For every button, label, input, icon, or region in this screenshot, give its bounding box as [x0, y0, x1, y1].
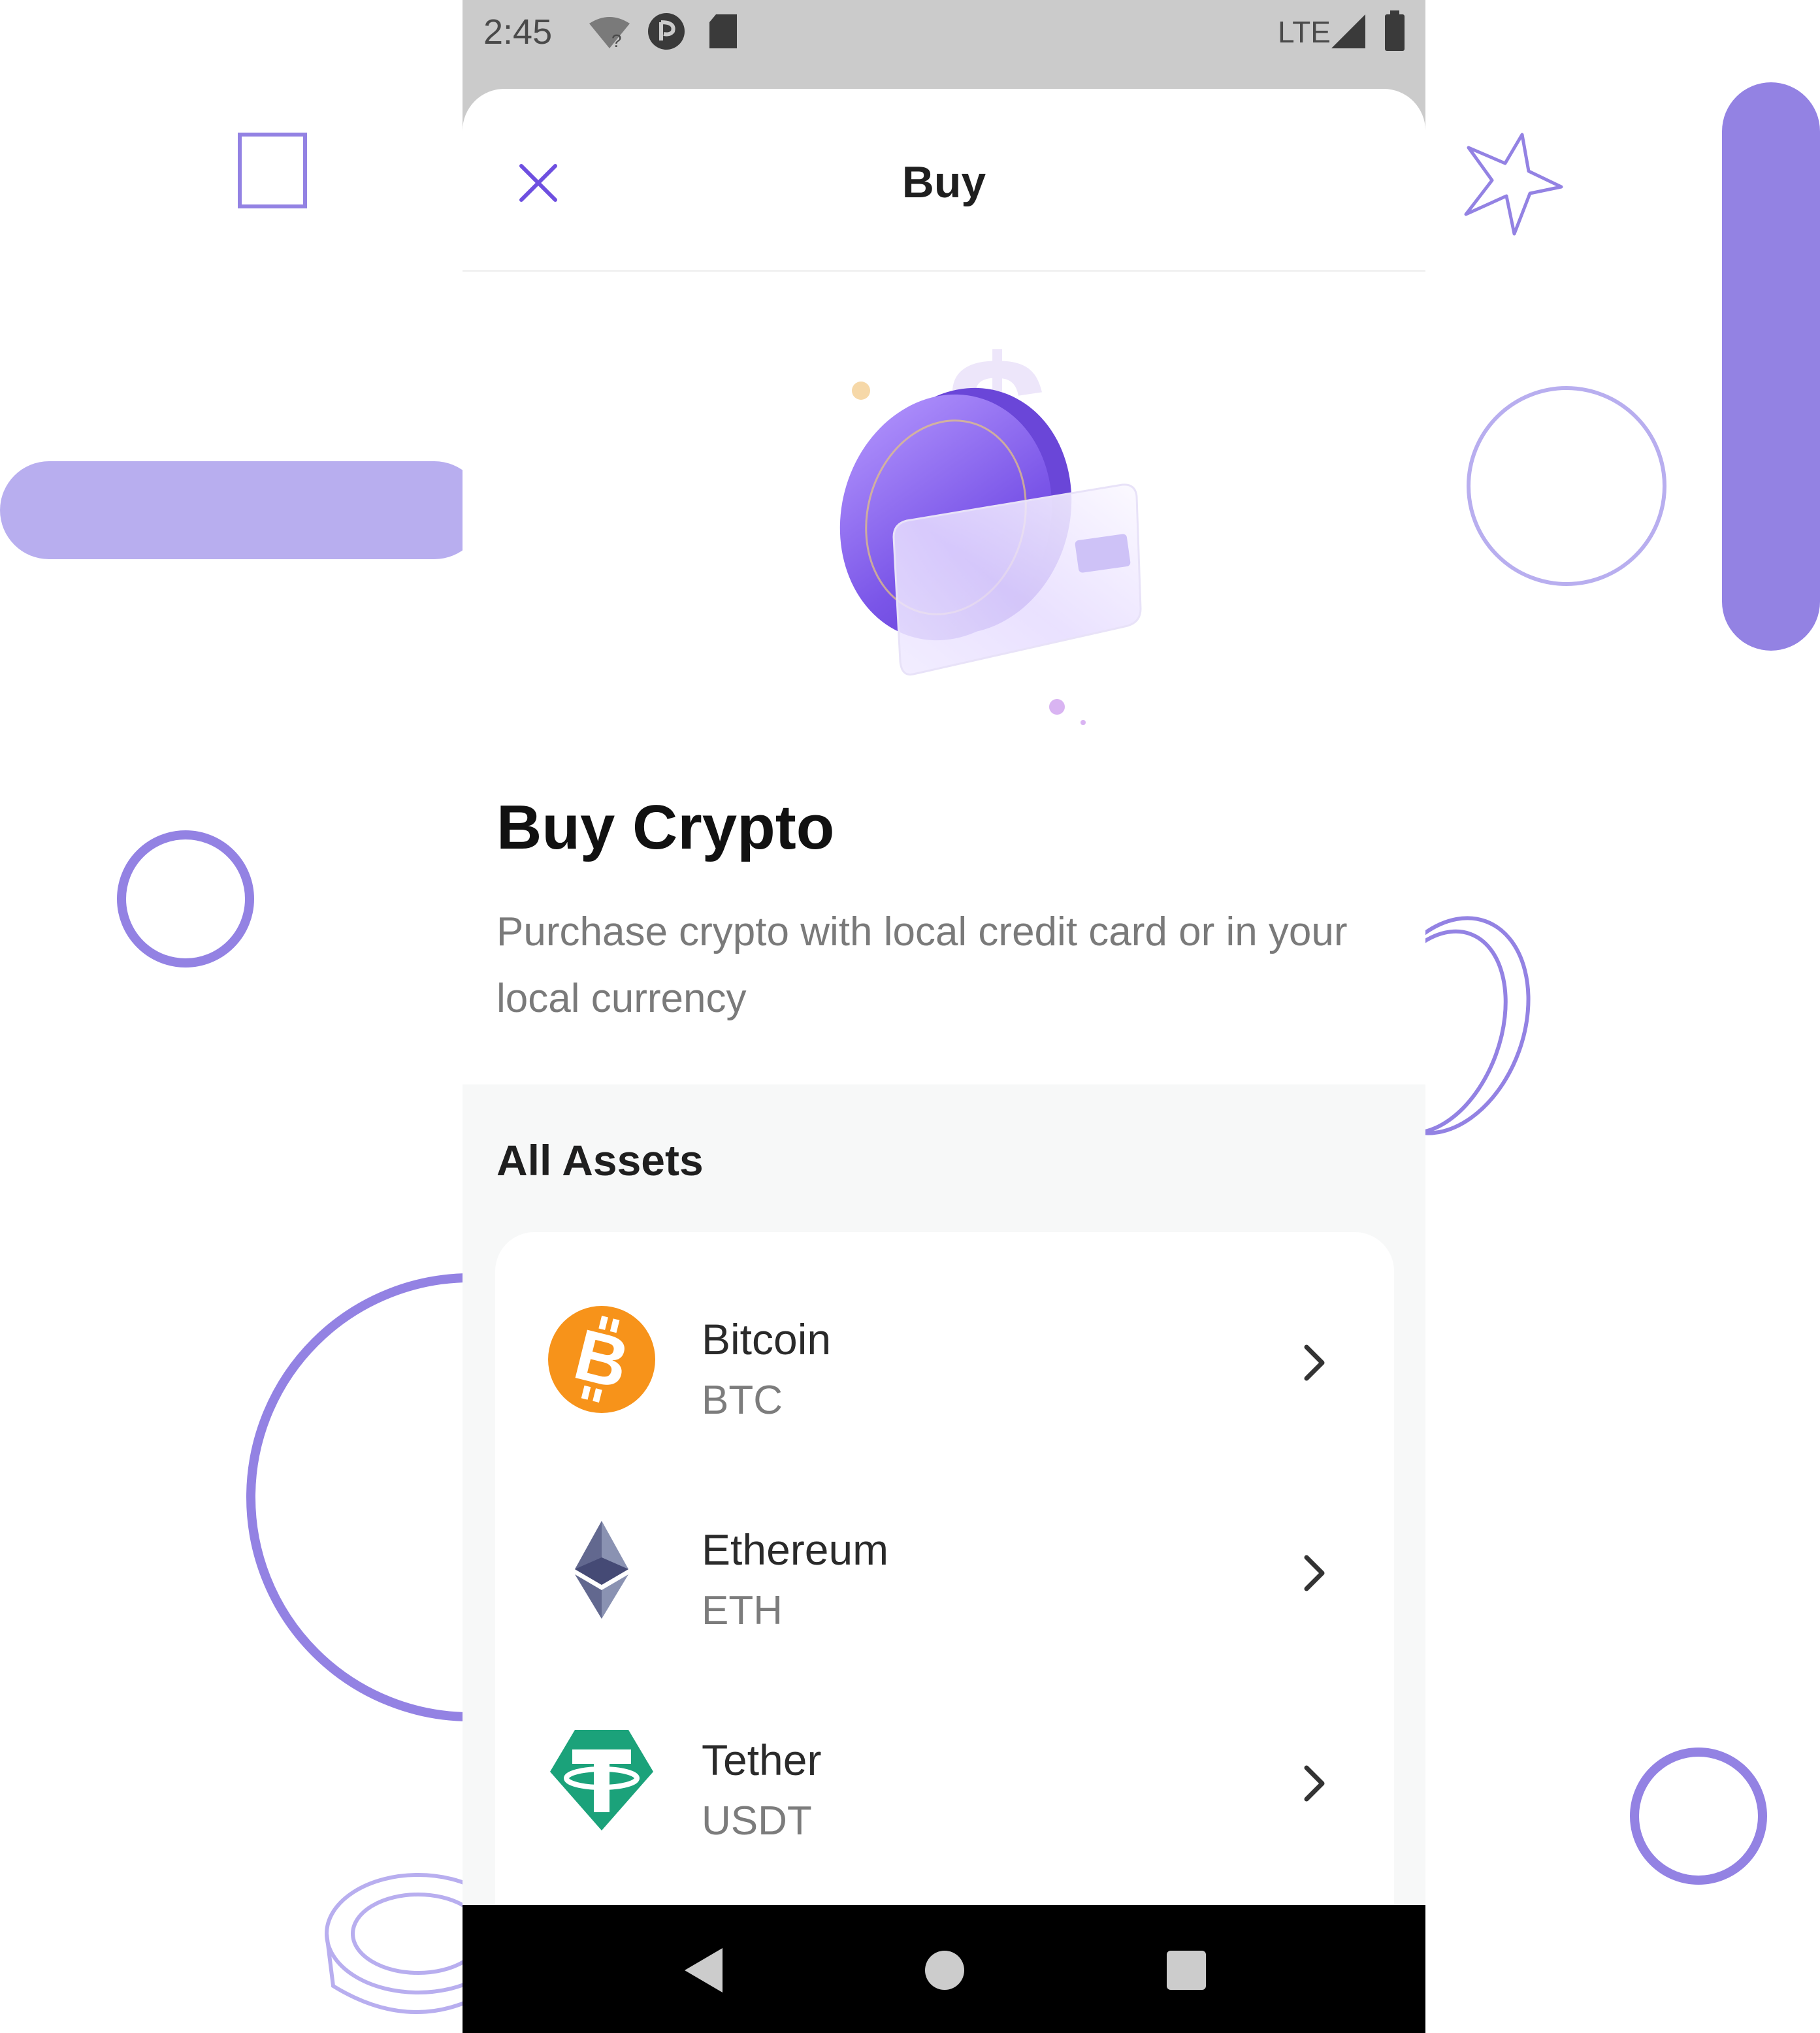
asset-row-ethereum[interactable]: Ethereum ETH — [495, 1469, 1394, 1678]
assets-heading: All Assets — [496, 1136, 704, 1184]
assets-section: All Assets B Bitcoin BTC Ethereum ETH Te… — [463, 1084, 1425, 1905]
battery-icon — [1385, 10, 1405, 51]
tether-icon — [550, 1730, 653, 1830]
recents-icon[interactable] — [1163, 1947, 1210, 1994]
circle-outline-decoration-bottom-right — [1630, 1748, 1767, 1885]
bitcoin-icon: B — [548, 1306, 655, 1413]
phone-screen: 2:45 ? LTE Buy Buy Crypto Purchase crypt… — [463, 0, 1425, 2033]
buy-sheet: Buy $ — [463, 89, 1425, 1905]
asset-name: Tether — [702, 1736, 822, 1784]
star-outline-decoration — [1464, 133, 1563, 236]
asset-symbol: ETH — [702, 1588, 783, 1633]
asset-row-bitcoin[interactable]: B Bitcoin BTC — [495, 1258, 1394, 1467]
asset-name: Ethereum — [702, 1525, 889, 1574]
coin-and-card-illustration: $ — [839, 321, 1142, 725]
svg-text:?: ? — [611, 31, 622, 51]
assets-list: B Bitcoin BTC Ethereum ETH Tether USDT — [495, 1232, 1394, 1905]
headline: Buy Crypto — [496, 792, 835, 862]
sd-card-icon — [709, 14, 737, 48]
back-icon[interactable] — [678, 1944, 730, 1996]
asset-name: Bitcoin — [702, 1315, 832, 1363]
description: Purchase crypto with local credit card o… — [496, 909, 1348, 1021]
circle-outline-decoration-left — [117, 830, 254, 968]
square-outline-decoration — [238, 133, 307, 208]
app-notification-icon — [648, 13, 685, 50]
sheet-header: Buy — [463, 89, 1425, 272]
circle-outline-decoration-right — [1467, 386, 1666, 586]
ethereum-icon — [575, 1521, 628, 1619]
chevron-right-icon — [1304, 1555, 1325, 1591]
page-title: Buy — [902, 157, 986, 207]
pill-decoration-right — [1722, 82, 1820, 651]
chevron-right-icon — [1304, 1765, 1325, 1802]
navigation-bar — [463, 1905, 1425, 2033]
status-bar: 2:45 ? LTE — [463, 0, 1425, 89]
status-time: 2:45 — [483, 12, 553, 52]
wifi-unknown-icon: ? — [589, 17, 630, 51]
signal-icon — [1331, 14, 1365, 48]
asset-symbol: BTC — [702, 1378, 783, 1423]
chevron-right-icon — [1304, 1344, 1325, 1381]
home-icon[interactable] — [920, 1945, 969, 1995]
asset-row-tether[interactable]: Tether USDT — [495, 1679, 1394, 1888]
asset-symbol: USDT — [702, 1798, 812, 1844]
network-type: LTE — [1278, 15, 1331, 49]
pill-decoration-left — [0, 461, 483, 559]
